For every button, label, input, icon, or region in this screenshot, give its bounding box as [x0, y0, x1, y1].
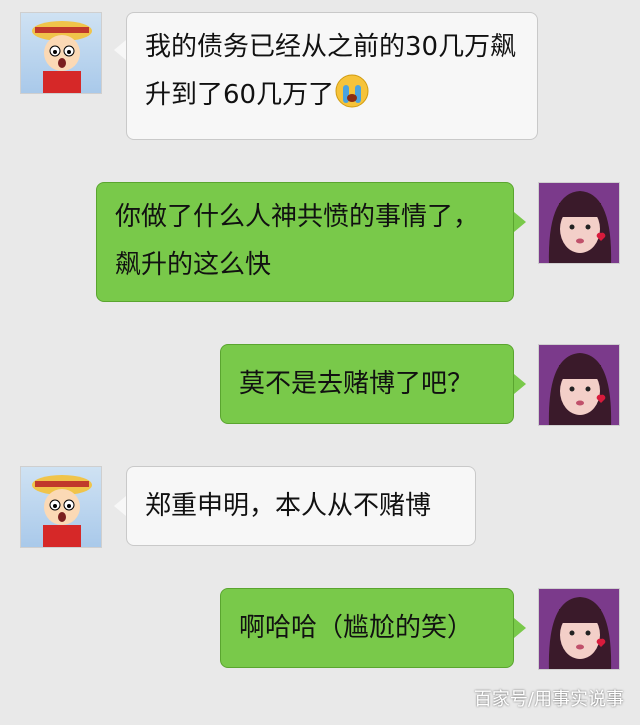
cartoon-avatar-icon — [32, 21, 92, 93]
message-bubble[interactable]: 郑重申明，本人从不赌博 — [126, 466, 476, 546]
message-text: 莫不是去赌博了吧？ — [239, 369, 474, 399]
avatar[interactable] — [20, 466, 102, 548]
avatar[interactable] — [20, 12, 102, 94]
message-text: 郑重申明，本人从不赌博 — [145, 491, 432, 521]
girl-avatar-icon — [539, 589, 619, 669]
girl-avatar-icon — [539, 183, 619, 263]
avatar[interactable] — [538, 182, 620, 264]
cartoon-avatar-icon — [32, 475, 92, 547]
message-text: 我的债务已经从之前的30几万飙升到了60几万了 — [145, 32, 517, 110]
message-bubble[interactable]: 莫不是去赌博了吧？ — [220, 344, 514, 424]
girl-avatar-icon — [539, 345, 619, 425]
crying-face-icon — [334, 73, 370, 109]
avatar[interactable] — [538, 588, 620, 670]
message-bubble[interactable]: 啊哈哈（尴尬的笑） — [220, 588, 514, 668]
message-text: 啊哈哈（尴尬的笑） — [239, 613, 474, 643]
watermark: 百家号/用事实说事 — [473, 689, 624, 710]
message-bubble[interactable]: 你做了什么人神共愤的事情了，飙升的这么快 — [96, 182, 514, 302]
avatar[interactable] — [538, 344, 620, 426]
message-bubble[interactable]: 我的债务已经从之前的30几万飙升到了60几万了 — [126, 12, 538, 140]
message-text: 你做了什么人神共愤的事情了，飙升的这么快 — [115, 202, 480, 280]
